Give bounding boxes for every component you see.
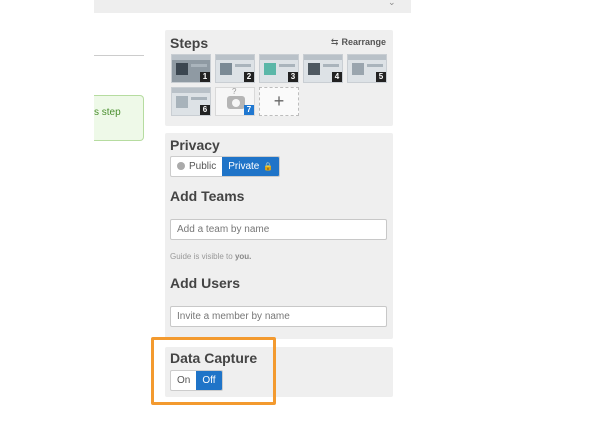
divider	[94, 55, 144, 56]
privacy-public-option[interactable]: Public	[171, 157, 222, 176]
step-thumbnail[interactable]: 1	[171, 54, 211, 83]
steps-title: Steps	[170, 35, 209, 51]
step-number: 4	[332, 72, 342, 82]
step-thumbnail[interactable]: 3	[259, 54, 299, 83]
top-bar: ⌄	[94, 0, 411, 13]
step-number: 3	[288, 72, 298, 82]
privacy-toggle[interactable]: Public Private 🔒	[170, 156, 281, 177]
callout-text: s step	[94, 107, 121, 118]
step-thumbnail-placeholder[interactable]: ? 7	[215, 87, 255, 116]
privacy-panel: Privacy Public Private 🔒 Add Teams Add a …	[165, 133, 393, 339]
visibility-hint: Guide is visible to you.	[170, 252, 251, 261]
globe-icon	[177, 162, 185, 170]
rearrange-button[interactable]: ⇆ Rearrange	[331, 37, 386, 48]
step-number: 7	[244, 105, 254, 115]
privacy-public-label: Public	[189, 161, 217, 172]
step-number: 1	[200, 72, 210, 82]
lock-icon: 🔒	[263, 162, 274, 171]
step-thumbnail[interactable]: 4	[303, 54, 343, 83]
step-thumbnail[interactable]: 6	[171, 87, 211, 116]
steps-panel: Steps ⇆ Rearrange 1 2 3 4 5 6 ? 7 +	[165, 30, 393, 126]
visibility-target: you.	[234, 252, 252, 261]
team-search-input[interactable]: Add a team by name	[170, 219, 387, 240]
camera-icon	[227, 96, 245, 109]
rearrange-label: Rearrange	[341, 37, 386, 47]
step-number: 2	[244, 72, 254, 82]
privacy-title: Privacy	[170, 137, 220, 153]
add-users-title: Add Users	[170, 275, 241, 291]
add-teams-title: Add Teams	[170, 188, 245, 204]
top-bar-icon: ⌄	[388, 0, 396, 7]
step-thumbnail[interactable]: 5	[347, 54, 387, 83]
highlight-box	[151, 337, 276, 405]
add-step-button[interactable]: +	[259, 87, 299, 116]
step-number: 6	[200, 105, 210, 115]
member-search-input[interactable]: Invite a member by name	[170, 306, 387, 327]
placeholder-mark: ?	[232, 87, 237, 96]
step-callout: s step	[94, 95, 144, 141]
visibility-prefix: Guide is visible to	[170, 252, 233, 261]
rearrange-icon: ⇆	[330, 37, 339, 47]
step-number: 5	[376, 72, 386, 82]
step-thumbnail[interactable]: 2	[215, 54, 255, 83]
privacy-private-label: Private	[228, 161, 260, 172]
privacy-private-option[interactable]: Private 🔒	[222, 157, 280, 176]
